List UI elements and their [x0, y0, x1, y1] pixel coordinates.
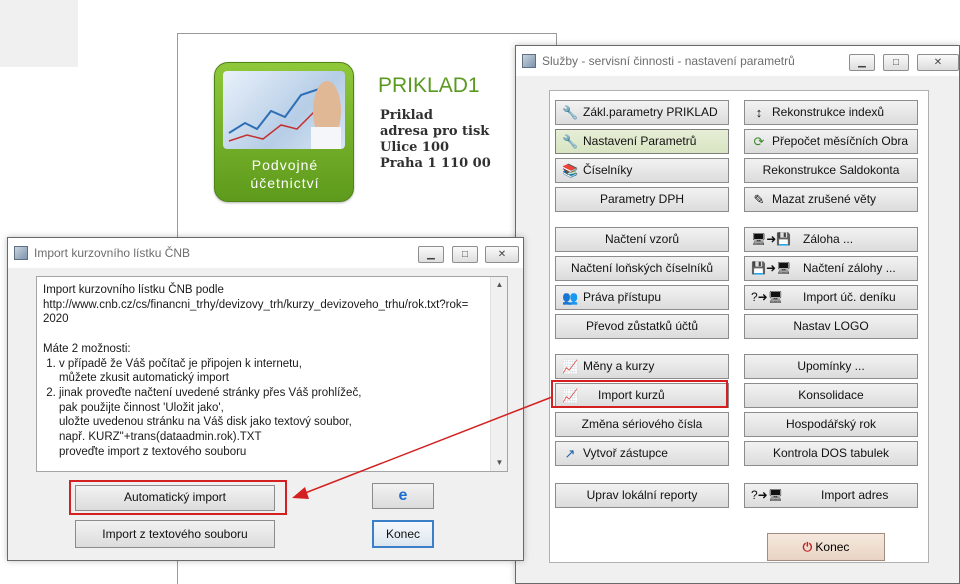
- annotation-arrow: [292, 396, 553, 499]
